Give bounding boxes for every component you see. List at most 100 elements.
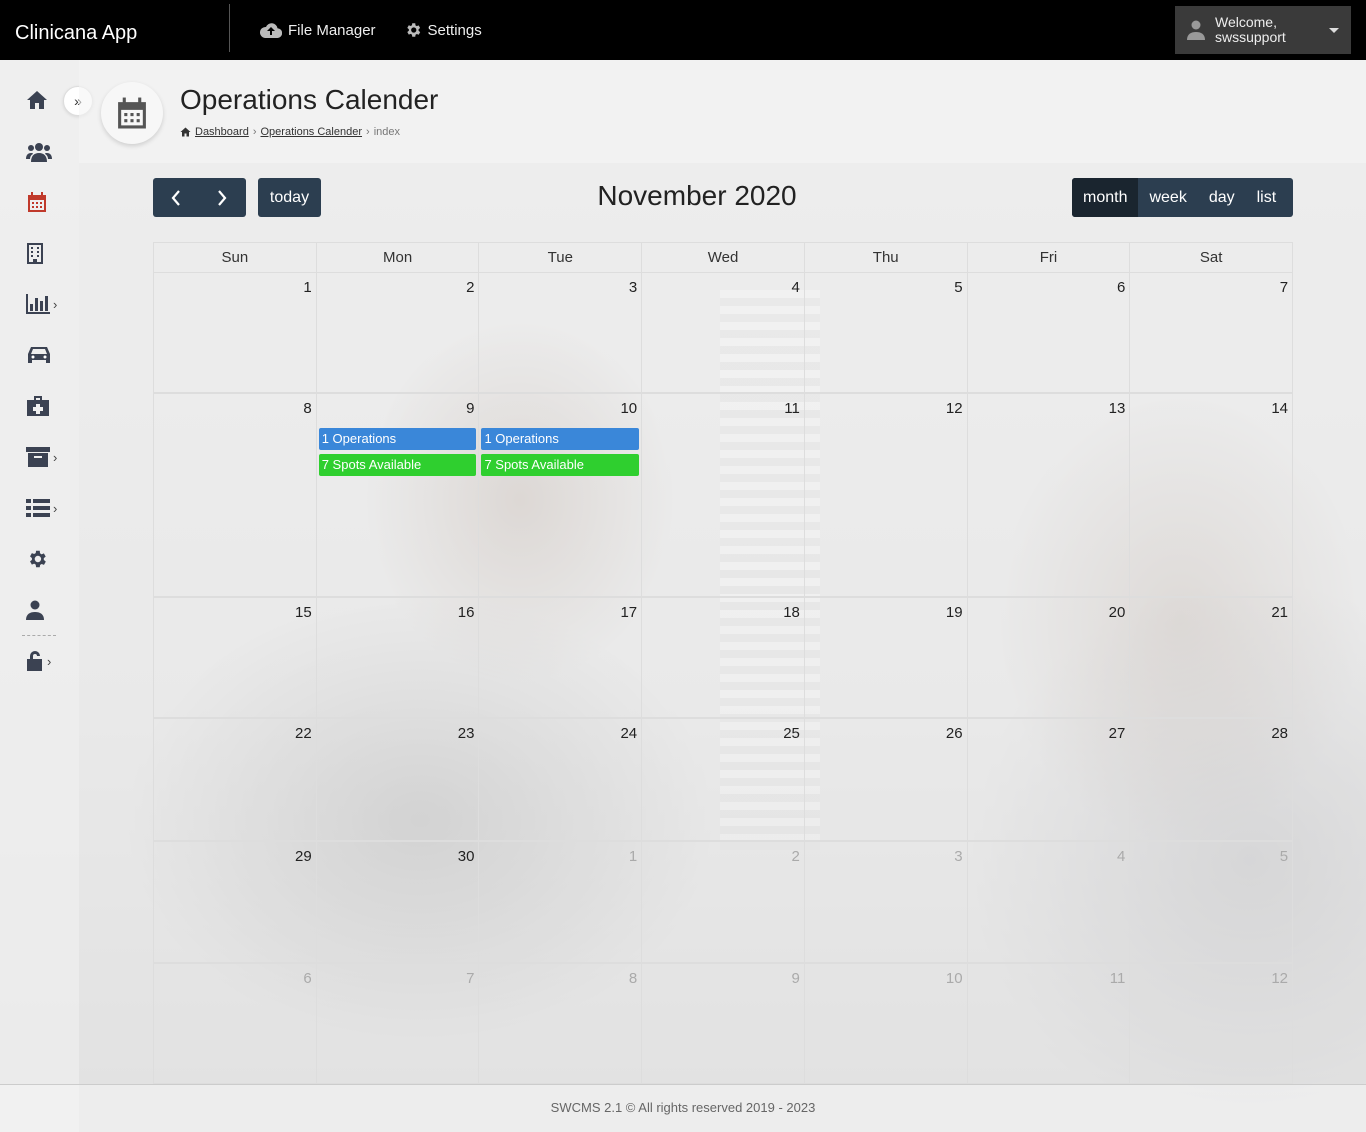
day-number[interactable]: 1 <box>629 848 637 865</box>
day-number[interactable]: 27 <box>1109 725 1126 742</box>
day-number[interactable]: 9 <box>466 400 474 417</box>
day-number[interactable]: 5 <box>954 279 962 296</box>
sidebar-item-transport[interactable] <box>26 341 66 369</box>
sidebar-item-users[interactable] <box>26 137 66 165</box>
day-number[interactable]: 20 <box>1109 604 1126 621</box>
day-cell[interactable]: 3 <box>803 842 967 962</box>
day-cell[interactable]: 10 <box>803 964 967 1083</box>
day-number[interactable]: 13 <box>1109 400 1126 417</box>
day-cell[interactable]: 20 <box>966 598 1130 717</box>
sidebar-item-home[interactable] <box>26 86 66 114</box>
day-number[interactable]: 6 <box>1117 279 1125 296</box>
day-number[interactable]: 26 <box>946 725 963 742</box>
day-number[interactable]: 8 <box>303 400 311 417</box>
view-list-button[interactable]: list <box>1246 178 1288 217</box>
day-number[interactable]: 23 <box>458 725 475 742</box>
breadcrumb-dashboard[interactable]: Dashboard <box>195 126 249 138</box>
sidebar-item-logout[interactable]: › <box>26 647 66 675</box>
day-number[interactable]: 6 <box>303 970 311 987</box>
day-cell[interactable]: 15 <box>154 598 316 717</box>
day-cell[interactable]: 26 <box>803 719 967 840</box>
day-number[interactable]: 30 <box>458 848 475 865</box>
day-number[interactable]: 3 <box>629 279 637 296</box>
day-cell[interactable]: 28 <box>1129 719 1292 840</box>
day-cell[interactable]: 1 <box>154 273 316 392</box>
day-cell[interactable]: 24 <box>478 719 641 840</box>
day-cell[interactable]: 7 <box>315 964 479 1083</box>
sidebar-item-medical[interactable] <box>26 392 66 420</box>
day-cell[interactable]: 1 <box>478 842 641 962</box>
day-cell[interactable]: 3 <box>478 273 641 392</box>
today-button[interactable]: today <box>258 178 321 217</box>
brand-logo[interactable]: Clinicana App <box>0 4 230 52</box>
day-cell[interactable]: 16 <box>315 598 479 717</box>
sidebar-item-reports[interactable]: › <box>26 290 66 318</box>
day-number[interactable]: 8 <box>629 970 637 987</box>
day-number[interactable]: 7 <box>466 970 474 987</box>
day-cell[interactable]: 2 <box>315 273 479 392</box>
day-cell[interactable]: 12 <box>1129 964 1292 1083</box>
day-cell[interactable]: 6 <box>154 964 316 1083</box>
sidebar-item-lists[interactable]: › <box>26 494 66 522</box>
day-cell[interactable]: 4 <box>641 273 804 392</box>
day-cell[interactable]: 4 <box>966 842 1130 962</box>
day-cell[interactable]: 18 <box>641 598 804 717</box>
day-number[interactable]: 25 <box>783 725 800 742</box>
spots-available-event[interactable]: 7 Spots Available <box>481 454 640 476</box>
day-cell[interactable]: 19 <box>803 598 967 717</box>
day-cell[interactable]: 7 <box>1129 273 1292 392</box>
day-cell[interactable]: 17 <box>478 598 641 717</box>
sidebar-item-building[interactable] <box>26 239 66 267</box>
day-cell[interactable]: 14 <box>1129 394 1292 596</box>
day-number[interactable]: 21 <box>1271 604 1288 621</box>
operations-event[interactable]: 1 Operations <box>318 428 477 450</box>
day-number[interactable]: 15 <box>295 604 312 621</box>
day-number[interactable]: 18 <box>783 604 800 621</box>
day-number[interactable]: 24 <box>620 725 637 742</box>
day-cell[interactable]: 9 <box>641 964 804 1083</box>
day-cell[interactable]: 23 <box>315 719 479 840</box>
day-cell[interactable]: 12 <box>803 394 967 596</box>
day-number[interactable]: 14 <box>1271 400 1288 417</box>
day-cell[interactable]: 29 <box>154 842 316 962</box>
sidebar-item-settings[interactable] <box>26 545 66 573</box>
day-cell[interactable]: 2 <box>641 842 804 962</box>
day-cell[interactable]: 30 <box>315 842 479 962</box>
day-number[interactable]: 17 <box>620 604 637 621</box>
day-number[interactable]: 10 <box>946 970 963 987</box>
day-number[interactable]: 4 <box>1117 848 1125 865</box>
sidebar-item-archive[interactable]: › <box>26 443 66 471</box>
day-cell[interactable]: 13 <box>966 394 1130 596</box>
day-cell[interactable]: 25 <box>641 719 804 840</box>
prev-button[interactable] <box>153 178 199 217</box>
day-cell[interactable]: 27 <box>966 719 1130 840</box>
sidebar-item-profile[interactable] <box>26 596 66 624</box>
view-day-button[interactable]: day <box>1198 178 1246 217</box>
user-menu[interactable]: Welcome, swssupport <box>1175 6 1351 54</box>
spots-available-event[interactable]: 7 Spots Available <box>318 454 477 476</box>
day-cell[interactable]: 5 <box>1129 842 1292 962</box>
day-cell[interactable]: 5 <box>803 273 967 392</box>
day-number[interactable]: 2 <box>792 848 800 865</box>
day-number[interactable]: 10 <box>620 400 637 417</box>
file-manager-link[interactable]: File Manager <box>260 22 376 39</box>
day-number[interactable]: 12 <box>946 400 963 417</box>
view-month-button[interactable]: month <box>1072 178 1139 217</box>
day-number[interactable]: 28 <box>1271 725 1288 742</box>
breadcrumb-operations-calender[interactable]: Operations Calender <box>261 126 363 138</box>
day-cell[interactable]: 6 <box>966 273 1130 392</box>
day-number[interactable]: 12 <box>1271 970 1288 987</box>
day-cell[interactable]: 21 <box>1129 598 1292 717</box>
view-week-button[interactable]: week <box>1138 178 1197 217</box>
day-number[interactable]: 4 <box>792 279 800 296</box>
day-number[interactable]: 19 <box>946 604 963 621</box>
day-number[interactable]: 9 <box>792 970 800 987</box>
day-number[interactable]: 29 <box>295 848 312 865</box>
day-cell[interactable]: 8 <box>154 394 316 596</box>
day-cell[interactable]: 10 1 Operations 7 Spots Available <box>478 394 641 596</box>
day-number[interactable]: 16 <box>458 604 475 621</box>
day-cell[interactable]: 11 <box>966 964 1130 1083</box>
day-number[interactable]: 22 <box>295 725 312 742</box>
day-number[interactable]: 3 <box>954 848 962 865</box>
day-cell[interactable]: 22 <box>154 719 316 840</box>
